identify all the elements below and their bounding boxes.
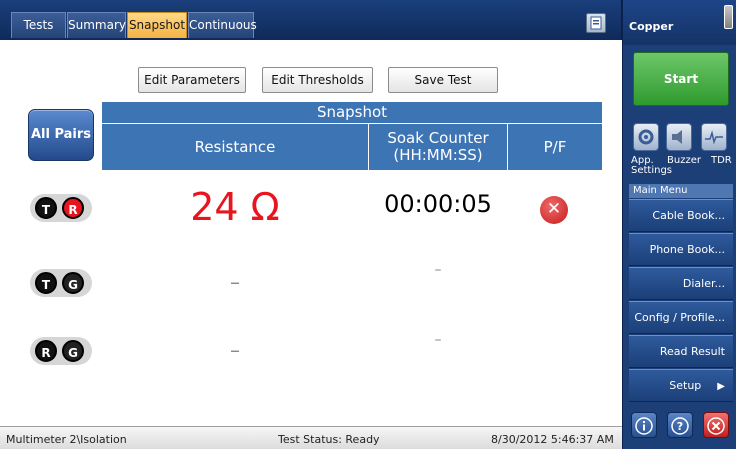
save-test-button[interactable]: Save Test [388,67,498,93]
pair-ring-ground-icon: R G [30,337,92,365]
tdr-button[interactable] [701,123,727,151]
exit-button[interactable] [703,412,729,438]
resistance-value-rg: – [230,338,240,362]
info-button[interactable] [631,412,657,438]
soak-counter-value-rg: – [434,332,442,348]
menu-read-result-file[interactable]: Read Result File... [629,335,733,389]
all-pairs-button[interactable]: All Pairs [28,109,94,161]
menu-dialer[interactable]: Dialer... [629,267,733,300]
menu-phone-book[interactable]: Phone Book... [629,233,733,266]
tab-continuous[interactable]: Continuous [188,12,257,38]
tool-shortcuts: App. Settings Buzzer TDR [623,114,736,184]
ring-ball: R [62,197,84,219]
app-settings-label-line2: Settings [631,165,673,176]
buzzer-label: Buzzer [667,155,701,166]
soak-counter-column-header: Soak Counter (HH:MM:SS) [369,124,507,170]
edit-thresholds-button[interactable]: Edit Thresholds [262,67,373,93]
ground-ball: G [62,340,84,362]
tab-snapshot[interactable]: Snapshot [127,12,187,38]
pair-tip-ring-icon: T R [30,194,92,222]
help-doc-icon [590,16,602,30]
ring-ball: R [35,340,57,362]
info-icon [635,417,653,435]
resistance-header-label: Resistance [194,138,276,156]
menu-cable-book[interactable]: Cable Book... [629,199,733,232]
tab-bar: Tests Summary Snapshot Continuous [0,0,622,40]
wrench-icon [638,129,654,145]
right-panel: Copper Start App. Settings Buzzer TDR Ma… [622,0,736,449]
app-settings-label: App. Settings [631,156,673,176]
fail-icon: ✕ [540,196,568,224]
waveform-icon [705,130,723,145]
context-help-button[interactable] [586,13,606,33]
menu-config-profile[interactable]: Config / Profile... [629,301,733,334]
section-title: Copper [629,20,674,33]
edit-parameters-button[interactable]: Edit Parameters [138,67,246,93]
status-datetime: 8/30/2012 5:46:37 AM [491,433,614,446]
start-button[interactable]: Start [633,52,729,106]
soak-counter-value-tr: 00:00:05 [384,190,492,218]
arrow-right-icon: ▶ [717,381,725,392]
close-icon [707,417,725,435]
resistance-value-tg: – [230,270,240,294]
tab-summary[interactable]: Summary [67,12,126,38]
menu-setup-label: Setup [669,379,702,392]
soak-counter-value-tg: – [434,262,442,278]
buzzer-button[interactable] [666,123,692,151]
app-settings-button[interactable] [633,123,659,151]
battery-icon [724,5,733,29]
tdr-label: TDR [711,155,732,166]
status-bar: Multimeter 2\Isolation Test Status: Read… [0,426,622,449]
soak-counter-header-line1: Soak Counter [387,129,489,147]
resistance-column-header: Resistance [102,124,368,170]
tip-ball: T [35,272,57,294]
speaker-icon [672,130,682,144]
question-icon: ? [671,417,689,435]
pair-tip-ground-icon: T G [30,269,92,297]
pf-header-label: P/F [543,138,567,156]
menu-setup[interactable]: Setup ▶ [629,369,733,402]
resistance-value-tr: 24 Ω [190,185,280,229]
snapshot-view: Edit Parameters Edit Thresholds Save Tes… [0,40,622,426]
help-button[interactable]: ? [667,412,693,438]
status-path: Multimeter 2\Isolation [6,433,127,446]
panel-header: Copper [623,0,736,45]
pf-column-header: P/F [508,124,602,170]
status-test-status: Test Status: Ready [278,433,380,446]
main-menu-header: Main Menu [629,184,733,198]
snapshot-table-title: Snapshot [102,102,602,123]
svg-text:?: ? [677,420,683,433]
tab-tests[interactable]: Tests [11,12,66,38]
ground-ball: G [62,272,84,294]
tip-ball: T [35,197,57,219]
soak-counter-header-line2: (HH:MM:SS) [393,146,483,164]
